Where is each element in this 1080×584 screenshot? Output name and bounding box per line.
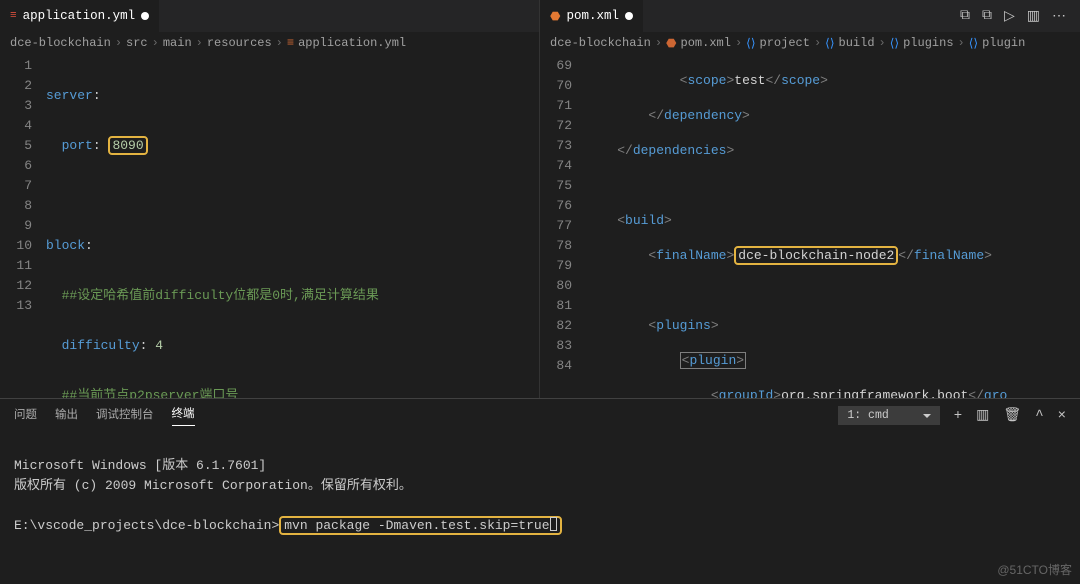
breadcrumb-item[interactable]: dce-blockchain: [10, 36, 111, 50]
watermark: @51CTO博客: [997, 560, 1072, 580]
xml-icon: ⬣: [666, 36, 676, 51]
tab-bar-left: ≡ application.yml: [0, 0, 539, 32]
terminal-line: 版权所有 (c) 2009 Microsoft Corporation。保留所有…: [14, 478, 412, 493]
breadcrumbs-left[interactable]: dce-blockchain› src› main› resources› ≡ …: [0, 32, 539, 54]
element-icon: ⟨⟩: [746, 36, 755, 51]
compare-icon[interactable]: ⧉: [960, 8, 970, 24]
tab-application-yml[interactable]: ≡ application.yml: [0, 0, 160, 32]
code-lines[interactable]: server: port: 8090 block: ##设定哈希值前diffic…: [46, 54, 539, 398]
modified-indicator-icon: [625, 12, 633, 20]
breadcrumb-item[interactable]: src: [126, 36, 148, 50]
tab-label: pom.xml: [566, 9, 619, 23]
cursor-icon: [550, 517, 557, 531]
panel-tab-debug[interactable]: 调试控制台: [96, 406, 154, 426]
terminal-select[interactable]: 1: cmd: [838, 406, 939, 425]
breadcrumb-item[interactable]: pom.xml: [681, 36, 731, 50]
breadcrumb-item[interactable]: main: [163, 36, 192, 50]
editor-pane-left: ≡ application.yml dce-blockchain› src› m…: [0, 0, 540, 398]
line-gutter: 6970 7172 7374 7576 7778 7980 8182 8384: [540, 54, 586, 398]
kill-terminal-icon[interactable]: 🗑: [1003, 407, 1021, 424]
breadcrumbs-right[interactable]: dce-blockchain› ⬣ pom.xml› ⟨⟩ project› ⟨…: [540, 32, 1080, 54]
breadcrumb-item[interactable]: dce-blockchain: [550, 36, 651, 50]
code-editor-right[interactable]: 6970 7172 7374 7576 7778 7980 8182 8384 …: [540, 54, 1080, 398]
terminal[interactable]: Microsoft Windows [版本 6.1.7601] 版权所有 (c)…: [0, 428, 1080, 584]
compare-icon[interactable]: ⧉: [982, 8, 992, 24]
element-icon: ⟨⟩: [825, 36, 834, 51]
new-terminal-icon[interactable]: +: [954, 408, 962, 424]
breadcrumb-item[interactable]: project: [760, 36, 810, 50]
modified-indicator-icon: [141, 12, 149, 20]
yaml-icon: ≡: [10, 10, 17, 22]
element-icon: ⟨⟩: [890, 36, 899, 51]
split-terminal-icon[interactable]: ▥: [976, 407, 989, 424]
tab-bar-right: ⬣ pom.xml ⧉ ⧉ ▷ ▥ ⋯: [540, 0, 1080, 32]
highlight-command: mvn package -Dmaven.test.skip=true: [279, 516, 561, 535]
maximize-panel-icon[interactable]: ^: [1035, 408, 1043, 424]
panel-tabs: 问题 输出 调试控制台 终端 1: cmd + ▥ 🗑 ^ ×: [0, 399, 1080, 428]
breadcrumb-item[interactable]: build: [839, 36, 875, 50]
panel-tab-problems[interactable]: 问题: [14, 406, 37, 426]
run-icon[interactable]: ▷: [1004, 8, 1015, 25]
terminal-line: Microsoft Windows [版本 6.1.7601]: [14, 458, 266, 473]
split-icon[interactable]: ▥: [1027, 8, 1040, 25]
tab-label: application.yml: [23, 9, 136, 23]
yaml-icon: ≡: [287, 36, 294, 50]
highlight-port: 8090: [108, 136, 147, 155]
editor-actions: ⧉ ⧉ ▷ ▥ ⋯: [960, 0, 1080, 32]
code-lines[interactable]: <scope>test</scope> </dependency> </depe…: [586, 54, 1080, 398]
more-icon[interactable]: ⋯: [1052, 8, 1066, 25]
highlight-finalname: dce-blockchain-node2: [734, 246, 898, 265]
breadcrumb-item[interactable]: resources: [207, 36, 272, 50]
panel-tab-output[interactable]: 输出: [55, 406, 78, 426]
breadcrumb-item[interactable]: application.yml: [298, 36, 406, 50]
editor-pane-right: ⬣ pom.xml ⧉ ⧉ ▷ ▥ ⋯ dce-blockchain› ⬣ po…: [540, 0, 1080, 398]
element-icon: ⟨⟩: [969, 36, 978, 51]
panel-tab-terminal[interactable]: 终端: [172, 405, 195, 426]
tab-pom-xml[interactable]: ⬣ pom.xml: [540, 0, 644, 32]
line-gutter: 12 34 56 78 910 1112 13: [0, 54, 46, 398]
breadcrumb-item[interactable]: plugins: [903, 36, 953, 50]
bottom-panel: 问题 输出 调试控制台 终端 1: cmd + ▥ 🗑 ^ × Microsof…: [0, 398, 1080, 543]
breadcrumb-item[interactable]: plugin: [982, 36, 1025, 50]
code-editor-left[interactable]: 12 34 56 78 910 1112 13 server: port: 80…: [0, 54, 539, 398]
xml-icon: ⬣: [550, 9, 560, 24]
close-panel-icon[interactable]: ×: [1058, 408, 1066, 424]
terminal-prompt: E:\vscode_projects\dce-blockchain>: [14, 518, 279, 533]
